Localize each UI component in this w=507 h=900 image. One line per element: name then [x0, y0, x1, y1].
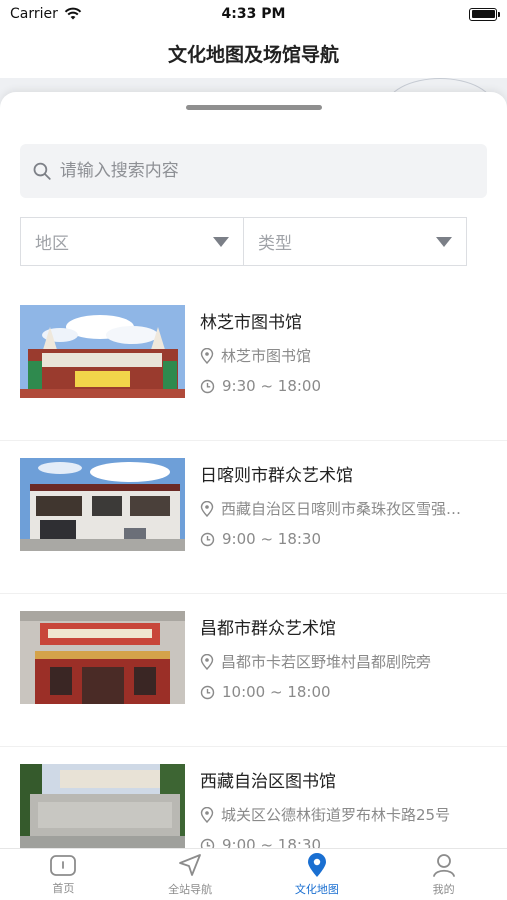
- venue-photo: [20, 305, 185, 398]
- filter-bar: 地区 类型: [20, 217, 467, 266]
- dropdown-triangle-icon: [213, 236, 229, 247]
- carrier-label: Carrier: [10, 6, 58, 22]
- battery-icon: [469, 7, 500, 21]
- venue-photo: [20, 458, 185, 551]
- location-pin-icon: [200, 500, 214, 517]
- clock-icon: [200, 379, 215, 393]
- venue-address-text: 林芝市图书馆: [221, 347, 312, 365]
- venue-address: 西藏自治区日喀则市桑珠孜区雪强…: [200, 498, 461, 519]
- venue-address-text: 昌都市卡若区野堆村昌都剧院旁: [221, 653, 432, 671]
- tab-mine-label: 我的: [432, 883, 455, 896]
- navigation-arrow-icon: [179, 854, 202, 876]
- venue-item[interactable]: 林芝市图书馆 林芝市图书馆 9:30 ~ 18:00: [0, 288, 507, 441]
- venue-hours: 10:00 ~ 18:00: [200, 683, 331, 701]
- venue-address: 昌都市卡若区野堆村昌都剧院旁: [200, 651, 431, 672]
- venue-address-text: 西藏自治区日喀则市桑珠孜区雪强…: [221, 500, 462, 518]
- wifi-icon: [64, 7, 82, 20]
- battery-fill: [471, 10, 495, 18]
- nav-bar: 文化地图及场馆导航: [0, 28, 507, 78]
- venue-address: 城关区公德林街道罗布林卡路25号: [200, 804, 450, 825]
- venue-photo: [20, 611, 185, 704]
- venue-hours: 9:30 ~ 18:00: [200, 377, 321, 395]
- tab-home[interactable]: 首页: [0, 849, 127, 900]
- clock-icon: [200, 685, 215, 699]
- status-bar: Carrier 4:33 PM: [0, 0, 507, 28]
- venue-item[interactable]: 日喀则市群众艺术馆 西藏自治区日喀则市桑珠孜区雪强… 9:00 ~ 18:30: [0, 441, 507, 594]
- map-pin-icon: [307, 853, 326, 877]
- tab-culture-map-label: 文化地图: [294, 883, 339, 896]
- user-icon: [432, 854, 455, 877]
- sheet-drag-handle[interactable]: [186, 105, 322, 110]
- venue-photo: [20, 764, 185, 848]
- venue-name: 西藏自治区图书馆: [200, 772, 336, 792]
- region-filter-label: 地区: [35, 234, 69, 254]
- location-pin-icon: [200, 806, 214, 823]
- venue-hours-text: 9:00 ~ 18:30: [222, 530, 322, 548]
- region-filter[interactable]: 地区: [21, 218, 243, 265]
- venue-item[interactable]: 昌都市群众艺术馆 昌都市卡若区野堆村昌都剧院旁 10:00 ~ 18:00: [0, 594, 507, 747]
- venue-hours-text: 9:00 ~ 18:30: [222, 836, 322, 848]
- venue-name: 林芝市图书馆: [200, 313, 302, 333]
- venue-sheet: 地区 类型: [0, 92, 507, 848]
- venue-name: 日喀则市群众艺术馆: [200, 466, 353, 486]
- location-pin-icon: [200, 653, 214, 670]
- type-filter[interactable]: 类型: [243, 218, 466, 265]
- dropdown-triangle-icon: [436, 236, 452, 247]
- status-left: Carrier: [10, 6, 82, 22]
- venue-hours-text: 10:00 ~ 18:00: [222, 683, 331, 701]
- venue-list: 林芝市图书馆 林芝市图书馆 9:30 ~ 18:00 日喀则市群众艺术馆 西藏自…: [0, 288, 507, 848]
- search-bar[interactable]: [20, 144, 487, 198]
- location-pin-icon: [200, 347, 214, 364]
- home-icon: [50, 855, 77, 876]
- search-input[interactable]: [59, 161, 475, 181]
- tab-site-navigation[interactable]: 全站导航: [127, 849, 254, 900]
- tab-mine[interactable]: 我的: [380, 849, 507, 900]
- tab-site-navigation-label: 全站导航: [168, 883, 213, 896]
- tab-bar: 首页 全站导航 文化地图 我的: [0, 848, 507, 900]
- venue-item[interactable]: 西藏自治区图书馆 城关区公德林街道罗布林卡路25号 9:00 ~ 18:30: [0, 747, 507, 848]
- tab-home-label: 首页: [52, 882, 75, 895]
- venue-hours-text: 9:30 ~ 18:00: [222, 377, 322, 395]
- type-filter-label: 类型: [258, 234, 292, 254]
- venue-hours: 9:00 ~ 18:30: [200, 836, 321, 848]
- venue-name: 昌都市群众艺术馆: [200, 619, 336, 639]
- tab-culture-map[interactable]: 文化地图: [254, 849, 381, 900]
- search-icon: [33, 162, 51, 180]
- venue-address: 林芝市图书馆: [200, 345, 311, 366]
- page-title: 文化地图及场馆导航: [167, 43, 339, 66]
- clock-icon: [200, 532, 215, 546]
- clock-icon: [200, 838, 215, 848]
- venue-hours: 9:00 ~ 18:30: [200, 530, 321, 548]
- venue-address-text: 城关区公德林街道罗布林卡路25号: [221, 806, 451, 824]
